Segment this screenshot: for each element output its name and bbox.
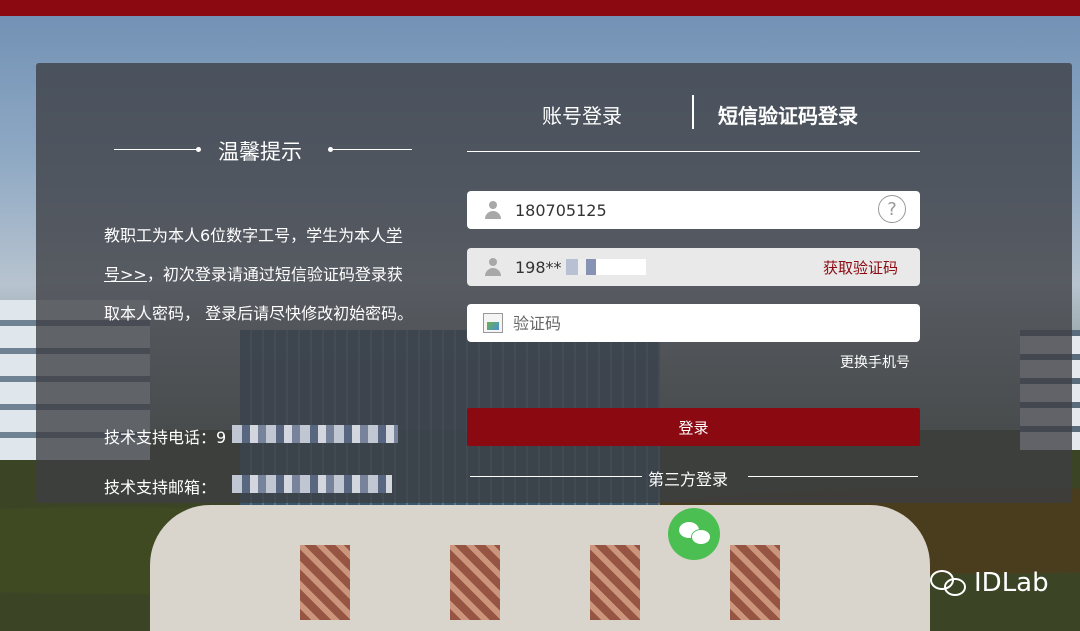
watermark-text: IDLab xyxy=(974,568,1049,598)
tips-title: 温馨提示 xyxy=(218,140,302,164)
third-party-left-line xyxy=(470,476,642,477)
top-banner-bar xyxy=(0,0,1080,16)
tips-title-left-line xyxy=(114,149,200,150)
redacted-email-block xyxy=(232,475,392,493)
tips-title-left-dot xyxy=(196,147,201,152)
user-icon xyxy=(483,257,503,277)
captcha-input[interactable] xyxy=(511,312,895,334)
idlab-watermark: IDLab xyxy=(930,568,1049,598)
third-party-label: 第三方登录 xyxy=(648,470,729,489)
phone-value: 198** xyxy=(515,257,562,277)
redacted-phone-digits xyxy=(565,259,646,275)
tips-text: 教职工为本人6位数字工号，学生为本人学号>>，初次登录请通过短信验证码登录获取本… xyxy=(104,216,416,333)
help-icon[interactable]: ? xyxy=(878,195,906,223)
redacted-phone-block xyxy=(232,425,398,443)
background-carved-character xyxy=(450,545,500,620)
user-icon xyxy=(483,200,503,220)
login-button[interactable]: 登录 xyxy=(467,408,920,446)
get-code-button[interactable]: 获取验证码 xyxy=(823,257,898,278)
support-phone-value: 9 xyxy=(216,428,227,447)
background-carved-character xyxy=(730,545,780,620)
account-field[interactable]: 180705125 ? xyxy=(467,191,920,229)
phone-field: 198** 获取验证码 xyxy=(467,248,920,286)
tab-account-login[interactable]: 账号登录 xyxy=(542,100,622,129)
support-phone-label: 技术支持电话： xyxy=(104,428,217,447)
third-party-right-line xyxy=(748,476,918,477)
background-carved-character xyxy=(590,545,640,620)
tips-text-part2: ，初次登录请通过短信验证码登录获取本人密码， 登录后请尽快修改初始密码。 xyxy=(104,265,414,323)
background-carved-character xyxy=(300,545,350,620)
wechat-login-button[interactable] xyxy=(668,508,720,560)
tips-title-right-line xyxy=(332,149,412,150)
background-stone-monument xyxy=(150,505,930,631)
support-email-label: 技术支持邮箱： xyxy=(104,478,217,497)
captcha-image-icon[interactable] xyxy=(483,313,503,333)
support-email: 技术支持邮箱： xyxy=(104,474,216,498)
account-value: 180705125 xyxy=(515,200,607,220)
tab-sms-login[interactable]: 短信验证码登录 xyxy=(718,100,858,129)
change-phone-link[interactable]: 更换手机号 xyxy=(840,352,910,372)
tips-text-part1: 教职工为本人6位数字工号，学生为本人 xyxy=(104,226,387,245)
support-phone: 技术支持电话：9 xyxy=(104,424,226,448)
tab-underline xyxy=(467,151,920,152)
tab-divider xyxy=(692,95,694,129)
captcha-field[interactable] xyxy=(467,304,920,342)
wechat-outline-icon xyxy=(930,568,968,598)
